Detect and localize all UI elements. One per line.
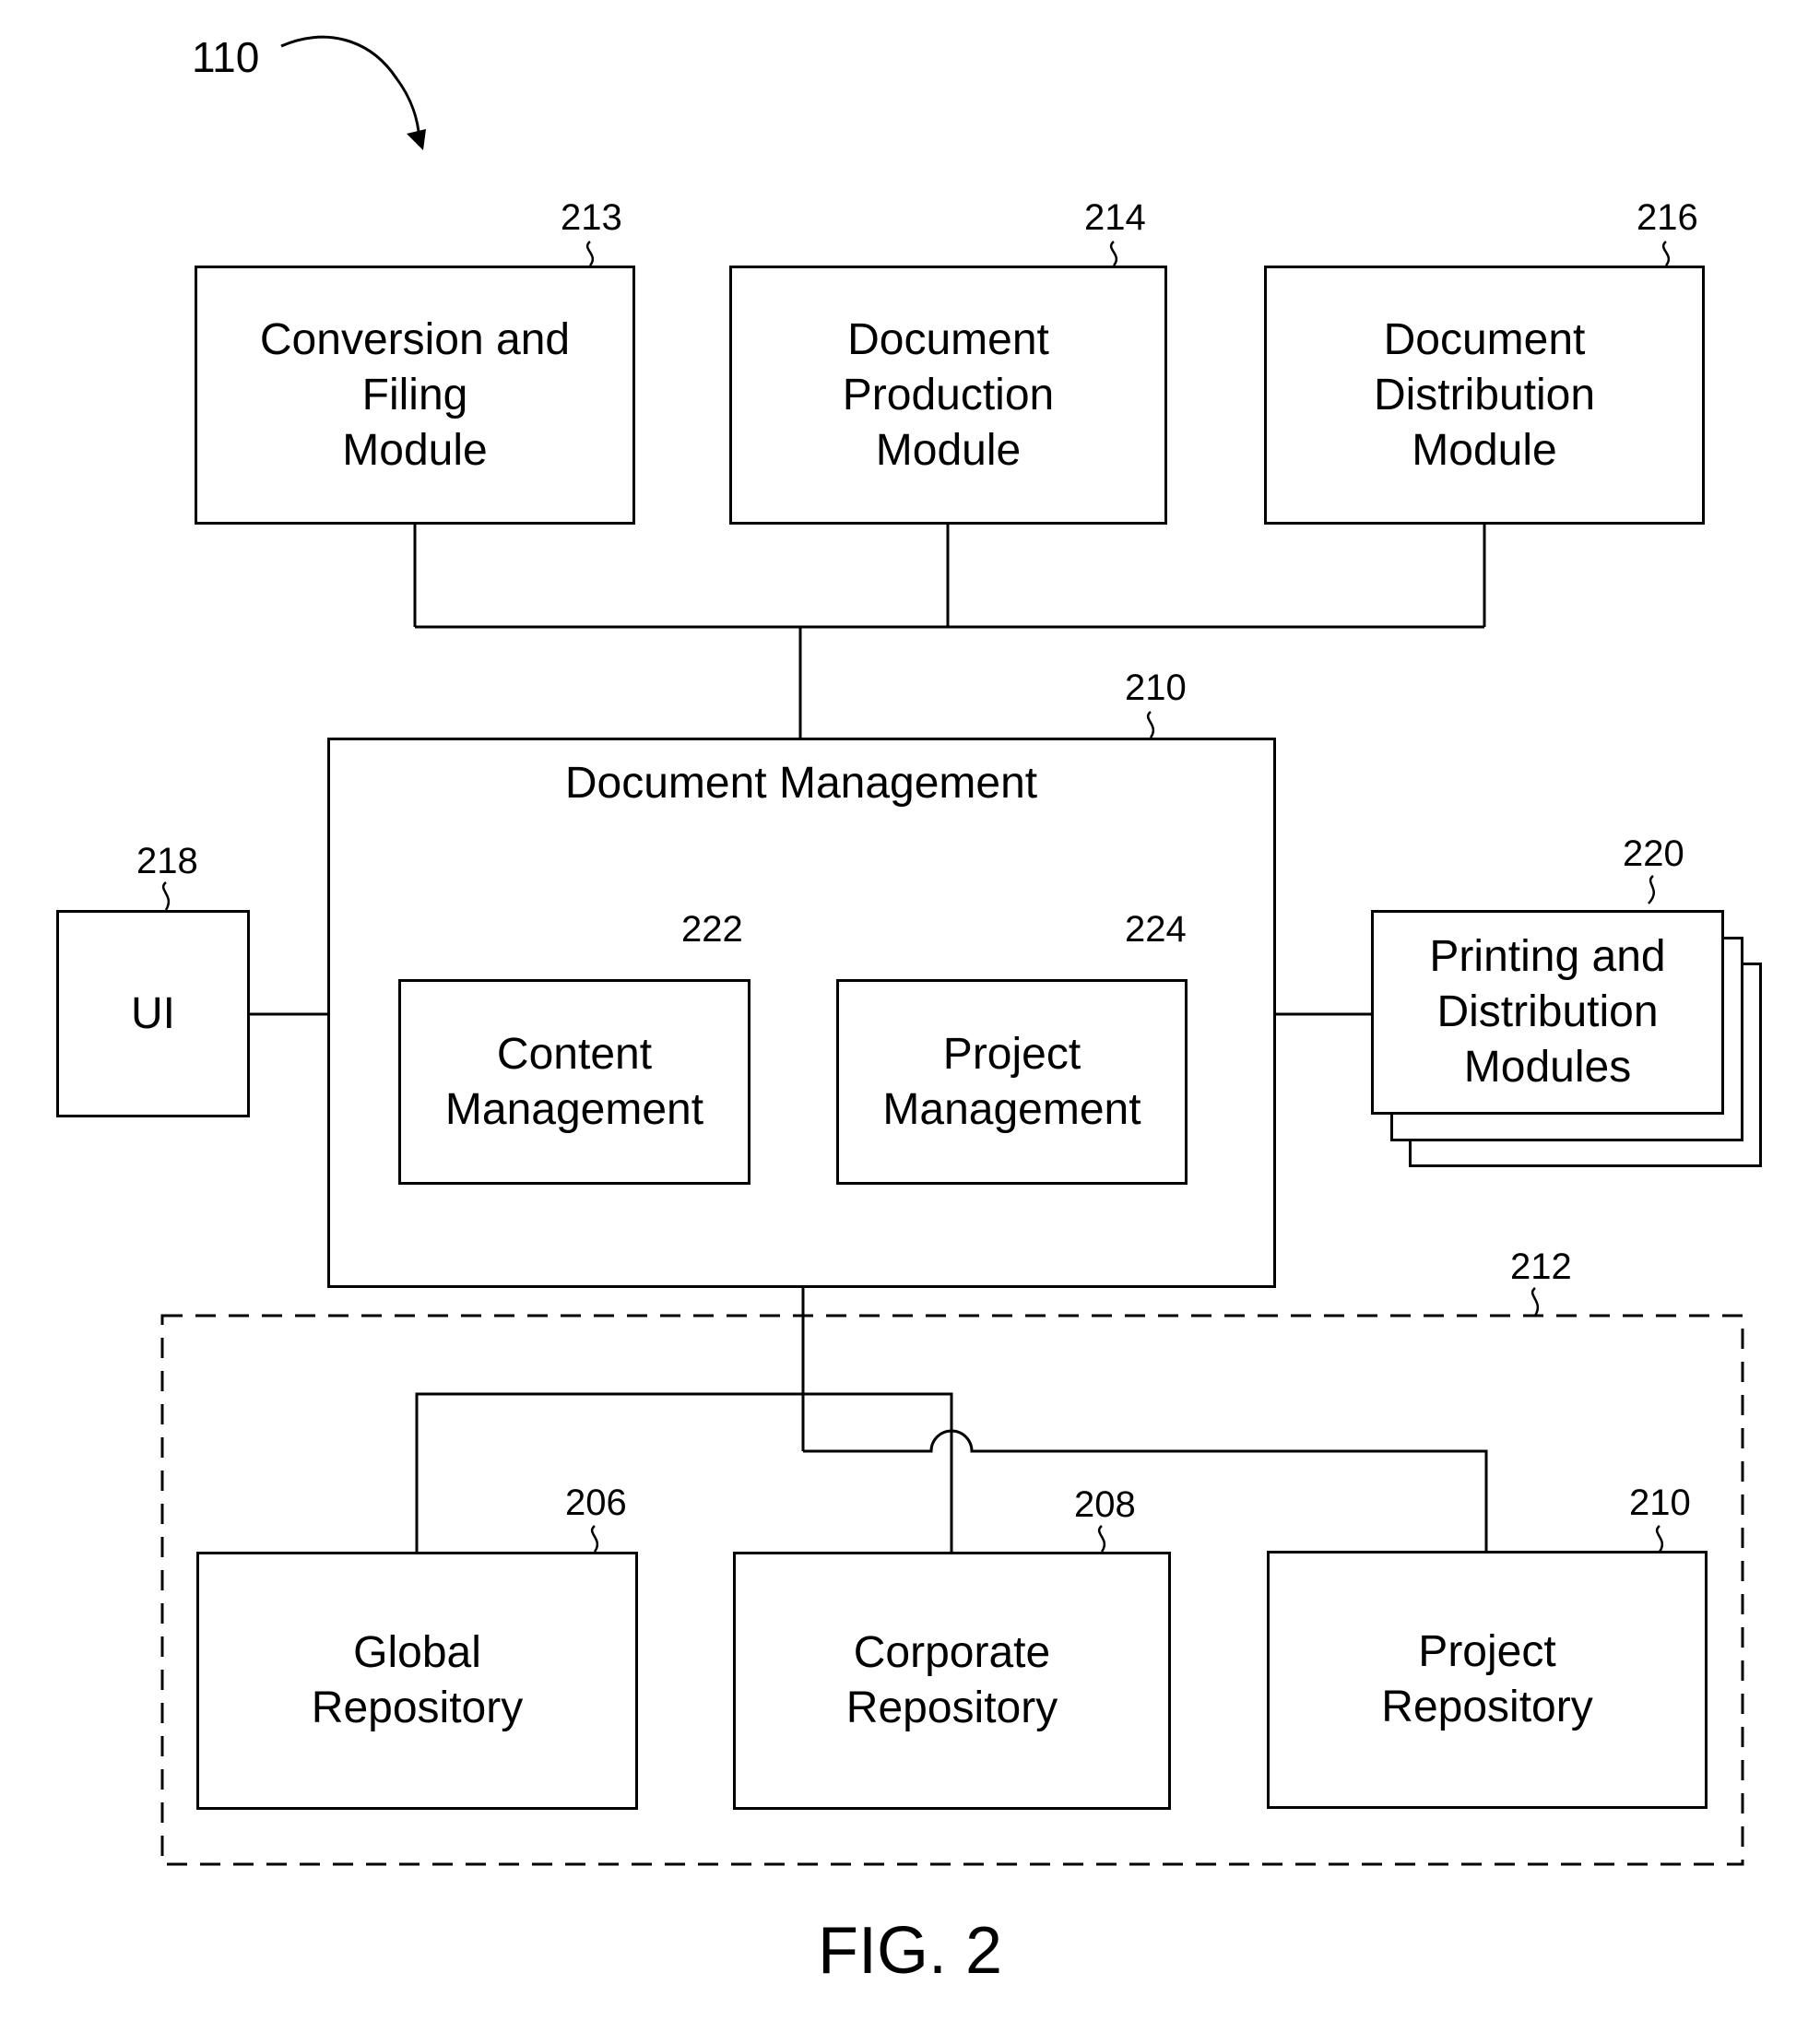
leader-squiggle	[1146, 711, 1155, 738]
ref-number: 212	[1510, 1246, 1572, 1287]
document-distribution-module-box: Document Distribution Module	[1264, 266, 1705, 525]
module-label: Project Repository	[1381, 1627, 1593, 1731]
printing-distribution-modules-box: Printing and Distribution Modules	[1371, 910, 1724, 1115]
ui-box: UI	[56, 910, 250, 1117]
module-label: Document Production Module	[842, 314, 1055, 475]
figure-ref-number: 110	[192, 33, 260, 81]
module-label: Document Distribution Module	[1373, 314, 1596, 475]
ref-number: 218	[136, 841, 198, 881]
module-label: Printing and Distribution Modules	[1429, 932, 1666, 1092]
ref-number: 224	[1125, 909, 1187, 950]
leader-squiggle	[1530, 1287, 1540, 1317]
ref-number: 208	[1074, 1484, 1136, 1525]
leader-squiggle	[161, 881, 171, 911]
leader-squiggle	[1655, 1525, 1664, 1553]
ref-number: 210	[1629, 1483, 1691, 1523]
global-repository-box: Global Repository	[196, 1552, 638, 1810]
figure-pointer-arrow	[280, 35, 421, 147]
module-label: Corporate Repository	[845, 1628, 1058, 1732]
figure-caption: FIG. 2	[817, 1914, 1003, 1988]
connector-line	[415, 1392, 953, 1552]
arrow-head	[407, 129, 426, 150]
ref-number: 222	[681, 909, 743, 950]
leader-squiggle	[1109, 241, 1118, 266]
leader-squiggle	[1661, 241, 1671, 266]
leader-squiggle	[1097, 1525, 1106, 1553]
connector-line	[803, 1429, 1488, 1552]
module-label: Global Repository	[311, 1628, 524, 1732]
module-label: UI	[131, 988, 175, 1038]
ref-number: 214	[1084, 197, 1146, 238]
project-repository-box: Project Repository	[1267, 1551, 1708, 1809]
leader-squiggle	[585, 241, 595, 266]
module-label: Project Management	[882, 1029, 1141, 1134]
leader-squiggle	[1648, 875, 1655, 904]
ref-number: 206	[565, 1483, 627, 1523]
leader-squiggle	[590, 1525, 599, 1553]
ref-number: 220	[1623, 833, 1684, 874]
content-management-box: Content Management	[398, 979, 750, 1185]
project-management-box: Project Management	[836, 979, 1188, 1185]
module-label: Conversion and Filing Module	[259, 314, 571, 475]
conversion-filing-module-box: Conversion and Filing Module	[195, 266, 635, 525]
ref-number: 213	[561, 197, 622, 238]
ref-number: 210	[1125, 667, 1187, 708]
module-label: Content Management	[444, 1029, 704, 1134]
corporate-repository-box: Corporate Repository	[733, 1552, 1171, 1810]
ref-number: 216	[1637, 197, 1698, 238]
document-production-module-box: Document Production Module	[729, 266, 1167, 525]
document-management-title: Document Management	[564, 759, 1038, 808]
